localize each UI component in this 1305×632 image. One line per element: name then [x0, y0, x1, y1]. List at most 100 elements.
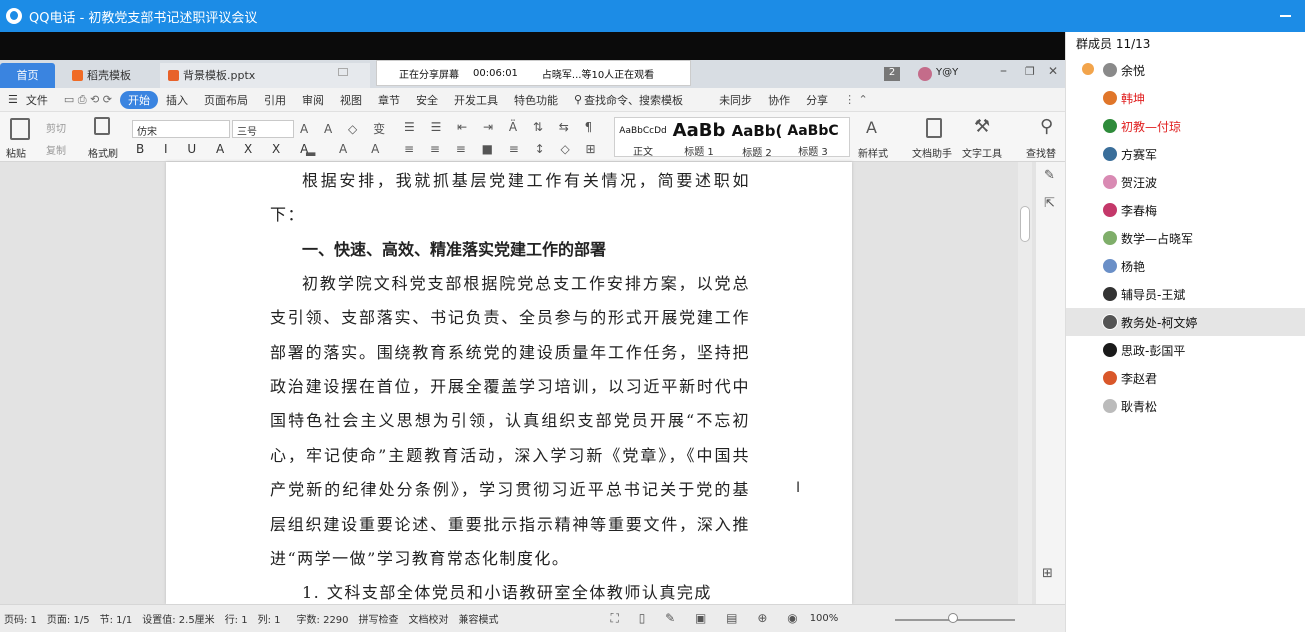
user-avatar[interactable] [918, 67, 932, 81]
member-item[interactable]: 辅导员-王斌 [1066, 280, 1305, 308]
menu-insert[interactable]: 插入 [158, 92, 196, 108]
minimize-icon[interactable]: – [1000, 63, 1007, 79]
member-name: 教务处-柯文婷 [1121, 315, 1198, 330]
tab-docer[interactable]: 稻壳模板 [64, 63, 164, 88]
member-item[interactable]: 思政-彭国平 [1066, 336, 1305, 364]
style-h2[interactable]: AaBb( 标题 2 [727, 120, 787, 159]
member-item[interactable]: 韩坤 [1066, 84, 1305, 112]
share-button[interactable]: 分享 [798, 92, 836, 108]
cut-button[interactable]: 剪切 [46, 120, 66, 135]
member-name: 李春梅 [1121, 203, 1158, 218]
search-command[interactable]: 查找命令、搜索模板 [584, 92, 683, 108]
document-page[interactable]: 根据安排，我就抓基层党建工作有关情况，简要述职如下： 一、快速、高效、精准落实党… [166, 162, 852, 604]
doc-assistant-label[interactable]: 文档助手 [912, 145, 952, 160]
tab-count-badge[interactable]: 2 [884, 67, 900, 81]
select-icon[interactable]: ⇱ [1044, 196, 1055, 211]
text-tools-label[interactable]: 文字工具 [962, 145, 1002, 160]
scroll-thumb[interactable] [1020, 206, 1030, 242]
doc-heading-1[interactable]: 一、快速、高效、精准落实党建工作的部署 [270, 233, 750, 267]
menu-chapter[interactable]: 章节 [370, 92, 408, 108]
screen-share-bar: 正在分享屏幕 00:06:01 占晓军...等10人正在观看 [376, 60, 691, 86]
member-item[interactable]: 贺汪波 [1066, 168, 1305, 196]
find-icon[interactable]: ⚲ [1040, 116, 1053, 137]
font-size-select[interactable]: 三号 [232, 120, 294, 138]
close-icon[interactable]: ✕ [1048, 64, 1058, 78]
text-cursor-icon: I [796, 480, 801, 496]
style-h1[interactable]: AaBb 标题 1 [671, 120, 727, 158]
member-item[interactable]: 方赛军 [1066, 140, 1305, 168]
new-style-icon[interactable]: A [866, 118, 877, 137]
style-h2-label: 标题 2 [742, 148, 772, 159]
doc-paragraph-intro[interactable]: 根据安排，我就抓基层党建工作有关情况，简要述职如下： [270, 164, 750, 233]
tab-home[interactable]: 首页 [0, 63, 55, 88]
restore-icon[interactable]: ❐ [1025, 65, 1035, 78]
side-tools: ✎ ⇱ ⊞ [1036, 162, 1065, 604]
style-h3[interactable]: AaBbC 标题 3 [785, 120, 841, 158]
style-normal[interactable]: AaBbCcDd 正文 [617, 120, 669, 158]
member-item[interactable]: 李春梅 [1066, 196, 1305, 224]
menu-reference[interactable]: 引用 [256, 92, 294, 108]
text-tools-icon[interactable]: ⚒ [974, 116, 990, 137]
menu-file[interactable]: 文件 [26, 92, 56, 108]
member-item[interactable]: 初教—付琼 [1066, 112, 1305, 140]
member-item[interactable]: 数学—占晓军 [1066, 224, 1305, 252]
status-bar: 页码: 1 页面: 1/5 节: 1/1 设置值: 2.5厘米 行: 1 列: … [0, 604, 1065, 632]
share-status: 正在分享屏幕 [399, 69, 459, 81]
menu-icon[interactable]: ☰ [0, 93, 26, 106]
member-item[interactable]: 余悦 [1066, 56, 1305, 84]
paste-label[interactable]: 粘贴 [6, 145, 26, 160]
find-replace-label[interactable]: 查找替 [1026, 145, 1056, 160]
menu-start[interactable]: 开始 [120, 90, 158, 109]
ribbon-start: 粘贴 剪切 复制 格式刷 仿宋 三号 B I U A X X A A A ◇ 变… [0, 112, 1065, 162]
zoom-knob[interactable] [948, 613, 958, 623]
minimize-button[interactable] [1280, 15, 1291, 17]
member-item[interactable]: 杨艳 [1066, 252, 1305, 280]
member-item[interactable]: 耿青松 [1066, 392, 1305, 420]
tab-pptx-label: 背景模板.pptx [183, 69, 256, 82]
paste-icon[interactable] [10, 118, 30, 140]
status-spell[interactable]: 拼写检查 [359, 611, 399, 626]
menu-layout[interactable]: 页面布局 [196, 92, 256, 108]
user-name: Y@Y [936, 67, 959, 78]
paragraph-tools-top[interactable]: ☰ ☰ ⇤ ⇥ Ä ⇅ ⇆ ¶ [404, 120, 598, 134]
tab-pptx[interactable]: 背景模板.pptx [160, 63, 370, 88]
grid-icon[interactable]: ⊞ [1042, 566, 1053, 581]
member-name: 思政-彭国平 [1121, 343, 1186, 358]
font-name-select[interactable]: 仿宋 [132, 120, 230, 138]
status-col: 列: 1 [257, 615, 281, 626]
new-style-label[interactable]: 新样式 [858, 145, 888, 160]
align-tools[interactable]: ≡ ≡ ≡ ■ ≡ ↕ ◇ ⊞ [404, 142, 602, 156]
document-body[interactable]: 根据安排，我就抓基层党建工作有关情况，简要述职如下： 一、快速、高效、精准落实党… [270, 164, 750, 604]
more-icon[interactable]: ⋮ ⌃ [836, 93, 876, 106]
avatar [1102, 398, 1118, 414]
pen-icon[interactable]: ✎ [1044, 168, 1055, 183]
menu-review[interactable]: 审阅 [294, 92, 332, 108]
member-name: 初教—付琼 [1121, 119, 1182, 134]
vertical-scrollbar[interactable] [1018, 162, 1032, 604]
format-painter-icon[interactable] [94, 117, 110, 135]
doc-assistant-icon[interactable] [926, 118, 942, 138]
menu-view[interactable]: 视图 [332, 92, 370, 108]
quick-access-icons[interactable]: ▭ ⎙ ⟲ ⟳ [56, 93, 120, 107]
doc-paragraph-main[interactable]: 初教学院文科党支部根据院党总支工作安排方案，以党总支引领、支部落实、书记负责、全… [270, 267, 750, 577]
format-buttons[interactable]: B I U A X X A [136, 142, 316, 156]
member-item[interactable]: 教务处-柯文婷 [1066, 308, 1305, 336]
status-compat: 兼容模式 [458, 615, 499, 626]
copy-button[interactable]: 复制 [46, 142, 66, 157]
format-painter-label[interactable]: 格式刷 [88, 145, 118, 160]
collab-button[interactable]: 协作 [760, 92, 798, 108]
menu-features[interactable]: 特色功能 [506, 92, 566, 108]
member-item[interactable]: 李赵君 [1066, 364, 1305, 392]
docer-icon [72, 70, 83, 81]
member-name: 韩坤 [1121, 91, 1146, 106]
menu-security[interactable]: 安全 [408, 92, 446, 108]
zoom-level[interactable]: 100% [810, 613, 839, 624]
color-tools[interactable]: ▂ A A [306, 142, 389, 156]
menu-devtools[interactable]: 开发工具 [446, 92, 506, 108]
status-proof[interactable]: 文档校对 [409, 611, 449, 626]
view-mode-icons[interactable]: ⛶ ▯ ✎ ▣ ▤ ⊕ ◉ [611, 611, 806, 626]
sync-status[interactable]: 未同步 [711, 92, 760, 108]
font-tools[interactable]: A A ◇ 变 [300, 120, 391, 137]
doc-paragraph-item-1[interactable]: 1. 文科支部全体党员和小语教研室全体教师认真完成 [270, 576, 750, 604]
status-setting: 设置值: 2.5厘米 [142, 615, 215, 626]
